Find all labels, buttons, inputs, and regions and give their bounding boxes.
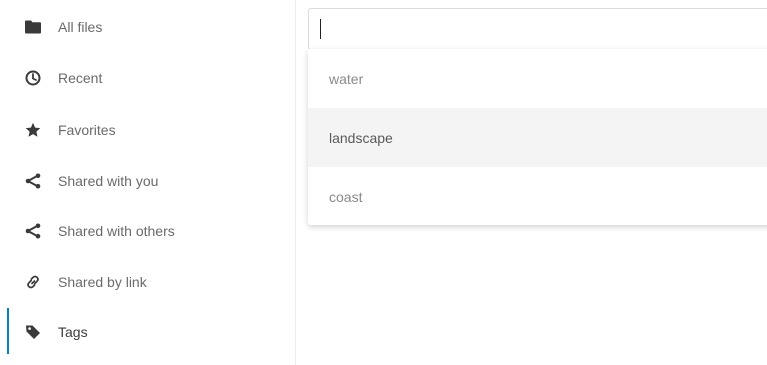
link-icon — [24, 273, 42, 291]
tag-search-input[interactable] — [308, 8, 767, 50]
sidebar-item-label: Tags — [58, 324, 88, 340]
sidebar-item-tags[interactable]: Tags — [0, 312, 294, 352]
sidebar-item-shared-with-you[interactable]: Shared with you — [0, 161, 294, 201]
sidebar-item-label: All files — [58, 19, 103, 35]
star-icon — [24, 121, 42, 139]
tag-suggestions-dropdown: water landscape coast — [308, 49, 767, 225]
clock-icon — [24, 69, 42, 87]
share-icon — [24, 222, 42, 240]
tag-icon — [24, 323, 42, 341]
main-content: water landscape coast — [296, 0, 767, 365]
sidebar-item-label: Favorites — [58, 122, 116, 138]
tag-option-label: water — [329, 70, 364, 87]
sidebar-item-label: Shared with you — [58, 173, 159, 189]
sidebar-item-label: Shared by link — [58, 274, 147, 290]
tag-option-label: landscape — [329, 129, 393, 146]
sidebar-item-shared-with-others[interactable]: Shared with others — [0, 211, 294, 251]
sidebar: All files Recent Favorites Shared with y… — [0, 0, 296, 365]
tag-option-coast[interactable]: coast — [308, 167, 767, 226]
sidebar-item-label: Recent — [58, 70, 103, 86]
sidebar-item-all-files[interactable]: All files — [0, 7, 294, 47]
folder-icon — [24, 18, 42, 36]
sidebar-item-favorites[interactable]: Favorites — [0, 110, 294, 150]
tag-option-landscape[interactable]: landscape — [308, 108, 767, 167]
sidebar-item-shared-by-link[interactable]: Shared by link — [0, 262, 294, 302]
tag-option-label: coast — [329, 188, 363, 205]
tag-option-water[interactable]: water — [308, 49, 767, 108]
text-caret — [320, 19, 321, 39]
share-icon — [24, 172, 42, 190]
sidebar-item-label: Shared with others — [58, 223, 175, 239]
sidebar-item-recent[interactable]: Recent — [0, 58, 294, 98]
